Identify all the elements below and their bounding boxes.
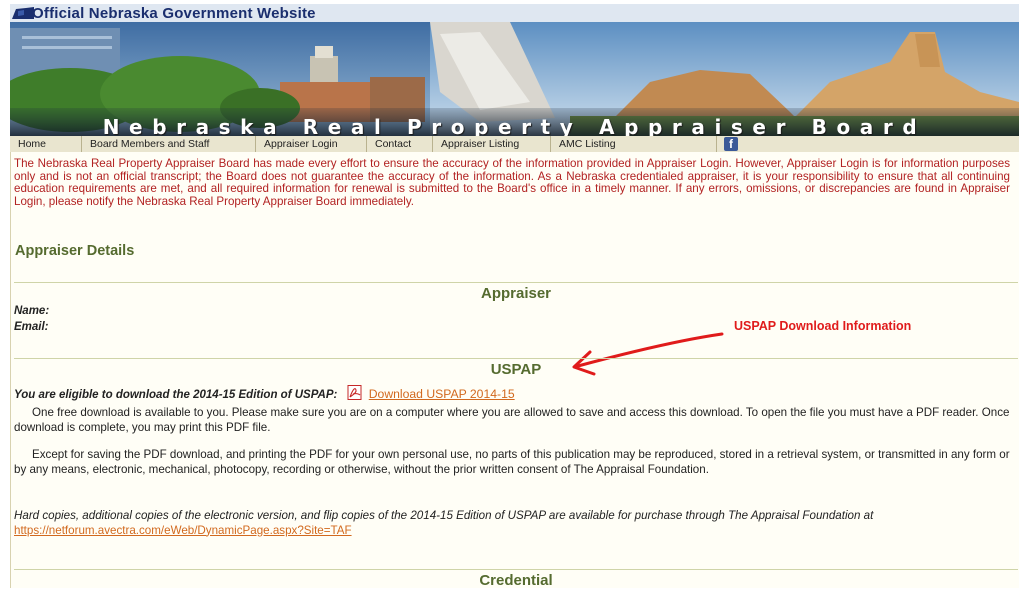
nav-appraiser-listing[interactable]: Appraiser Listing — [433, 136, 551, 152]
pdf-icon — [347, 385, 362, 401]
facebook-icon[interactable]: f — [724, 137, 738, 151]
annotation-label: USPAP Download Information — [734, 319, 912, 333]
appraisal-foundation-link[interactable]: https://netforum.avectra.com/eWeb/Dynami… — [14, 524, 352, 537]
nav-amc-listing[interactable]: AMC Listing — [551, 136, 717, 152]
nav-board-members[interactable]: Board Members and Staff — [82, 136, 256, 152]
uspap-purchase-info: Hard copies, additional copies of the el… — [14, 509, 1016, 538]
credential-section-header: Credential — [14, 569, 1018, 590]
eligible-label: You are eligible to download the 2014-15… — [14, 389, 338, 401]
email-label: Email: — [14, 321, 49, 333]
nebraska-flag-icon — [12, 7, 34, 19]
banner: Nebraska Real Property Appraiser Board — [10, 22, 1019, 136]
uspap-download-info: One free download is available to you. P… — [14, 406, 1010, 434]
purchase-info-text: Hard copies, additional copies of the el… — [14, 509, 874, 522]
disclaimer-text: The Nebraska Real Property Appraiser Boa… — [14, 157, 1010, 208]
name-label: Name: — [14, 305, 50, 317]
official-site-bar: Official Nebraska Government Website — [10, 4, 1019, 22]
uspap-eligibility: You are eligible to download the 2014-15… — [14, 385, 515, 402]
page-title: Appraiser Details — [15, 243, 135, 259]
uspap-copyright-notice: Except for saving the PDF download, and … — [14, 448, 1010, 476]
uspap-section-header: USPAP — [14, 358, 1018, 379]
banner-title: Nebraska Real Property Appraiser Board — [102, 115, 927, 136]
nav-appraiser-login[interactable]: Appraiser Login — [256, 136, 367, 152]
appraiser-section-header: Appraiser — [14, 282, 1018, 303]
main-nav: Home Board Members and Staff Appraiser L… — [10, 136, 1019, 153]
official-site-label: Official Nebraska Government Website — [32, 5, 316, 22]
nav-contact[interactable]: Contact — [367, 136, 433, 152]
nav-home[interactable]: Home — [10, 136, 82, 152]
download-uspap-link[interactable]: Download USPAP 2014-15 — [369, 387, 515, 401]
